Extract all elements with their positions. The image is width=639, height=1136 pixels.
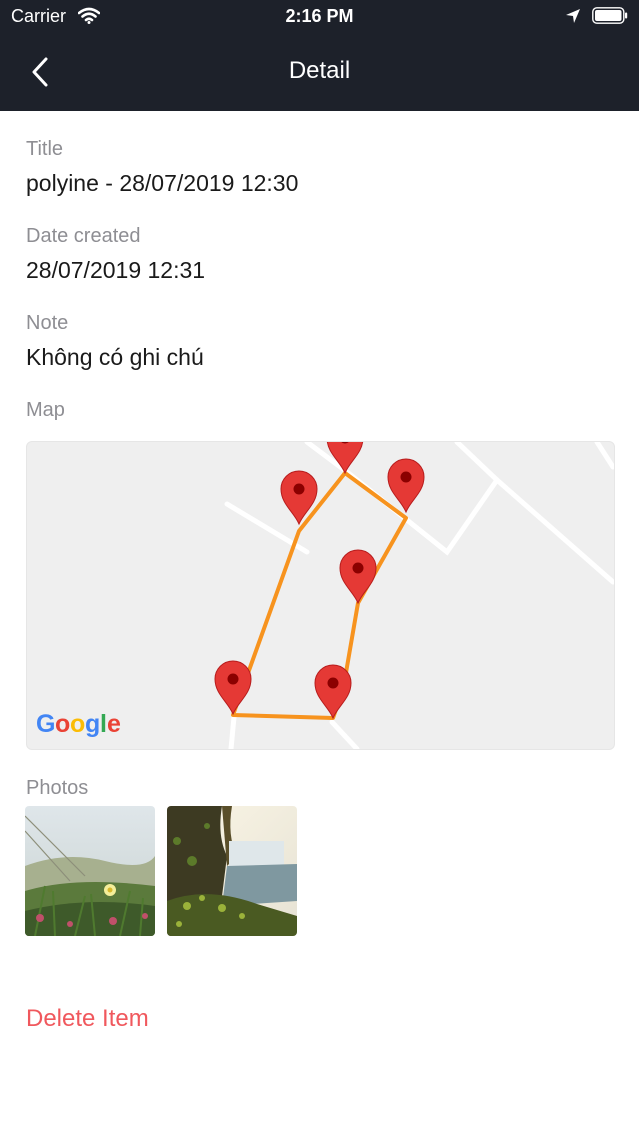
svg-text:l: l [100, 710, 107, 738]
date-created-label: Date created [26, 225, 141, 247]
title-value: polyine - 28/07/2019 12:30 [26, 170, 299, 196]
location-arrow-icon [566, 9, 580, 23]
date-created-value: 28/07/2019 12:31 [26, 257, 206, 283]
marker-5[interactable] [214, 660, 252, 716]
svg-text:g: g [85, 710, 100, 738]
note-value: Không có ghi chú [26, 344, 204, 370]
delete-item-button[interactable]: Delete Item [26, 1005, 149, 1033]
svg-text:G: G [36, 710, 55, 738]
marker-1[interactable] [326, 442, 364, 475]
status-time: 2:16 PM [285, 6, 354, 26]
page-title: Detail [288, 57, 351, 84]
photo-flower-field[interactable] [25, 806, 155, 936]
svg-text:e: e [107, 710, 121, 738]
note-label: Note [26, 312, 69, 334]
photo-waterfall[interactable] [167, 806, 297, 936]
marker-3[interactable] [387, 458, 425, 514]
map-view[interactable]: G o o g l e [26, 441, 615, 750]
map-label: Map [26, 399, 65, 421]
navigation-bar: Carrier 2:16 PM Detail [0, 0, 639, 111]
marker-6[interactable] [314, 664, 352, 720]
photos-label: Photos [26, 777, 89, 799]
google-logo: G o o g l e [36, 710, 121, 738]
status-bar: Carrier 2:16 PM [0, 0, 639, 33]
title-label: Title [26, 138, 64, 160]
svg-text:o: o [70, 710, 85, 738]
marker-4[interactable] [339, 549, 377, 605]
battery-icon [592, 7, 628, 24]
svg-text:o: o [55, 710, 70, 738]
